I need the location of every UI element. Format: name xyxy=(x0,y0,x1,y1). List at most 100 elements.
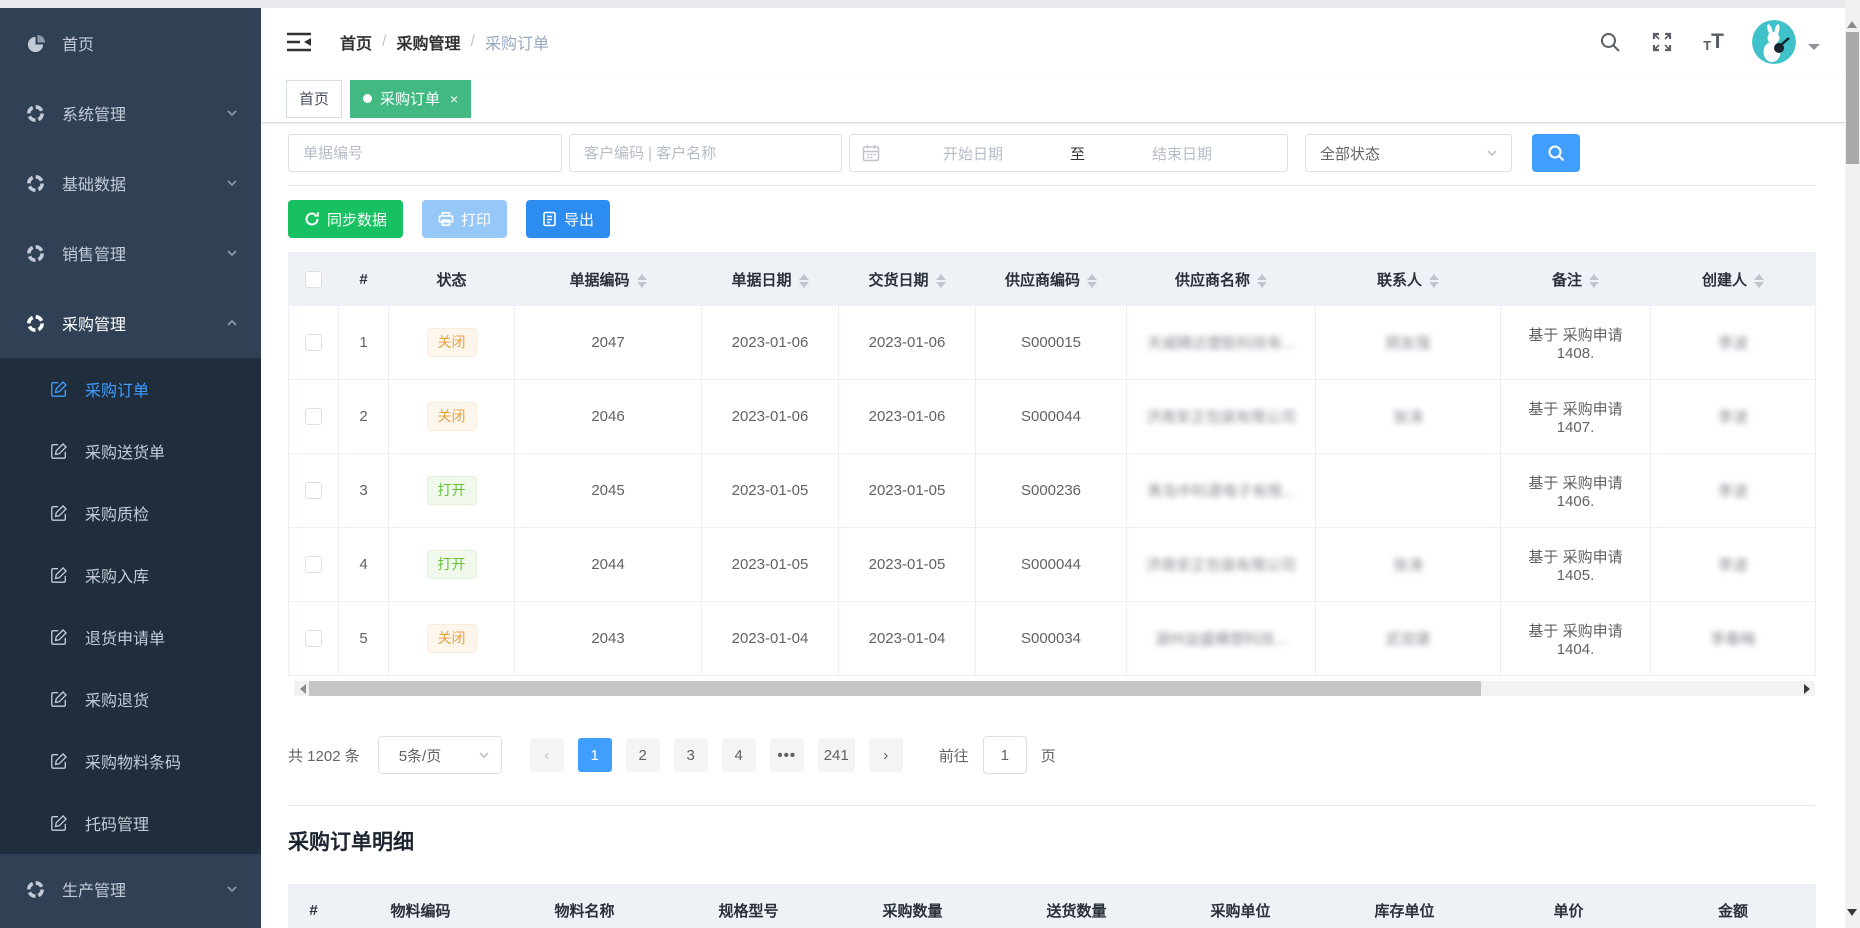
button-label: 打印 xyxy=(461,209,491,230)
page-size-select[interactable]: 5条/页 xyxy=(378,736,502,774)
start-date-placeholder[interactable]: 开始日期 xyxy=(880,143,1066,164)
vertical-scrollbar-thumb[interactable] xyxy=(1846,32,1859,164)
row-checkbox[interactable] xyxy=(305,408,322,425)
detail-col-spec: 规格型号 xyxy=(667,885,831,928)
table-row[interactable]: 1 关闭 2047 2023-01-06 2023-01-06 S000015 … xyxy=(289,306,1816,380)
tab-purchase-order[interactable]: 采购订单 × xyxy=(350,80,471,118)
more-pages-button[interactable]: ••• xyxy=(770,738,804,772)
cell-remark: 基于 采购申请 1404. xyxy=(1501,602,1651,676)
sort-icon[interactable] xyxy=(1257,274,1267,288)
submenu-item-material-barcode[interactable]: 采购物料条码 xyxy=(0,730,261,792)
goto-page-input[interactable] xyxy=(983,736,1027,774)
sync-data-button[interactable]: 同步数据 xyxy=(288,200,403,238)
submenu-item-purchase-return[interactable]: 采购退货 xyxy=(0,668,261,730)
page-button-1[interactable]: 1 xyxy=(578,738,612,772)
prev-page-button[interactable]: ‹ xyxy=(530,738,564,772)
col-remark[interactable]: 备注 xyxy=(1501,253,1651,306)
horizontal-scrollbar-thumb[interactable] xyxy=(309,681,1481,696)
status-badge: 关闭 xyxy=(427,402,477,430)
sort-icon[interactable] xyxy=(1087,274,1097,288)
filter-divider xyxy=(288,185,1815,186)
submenu-item-pallet-code[interactable]: 托码管理 xyxy=(0,792,261,854)
submenu-item-return-request[interactable]: 退货申请单 xyxy=(0,606,261,668)
sort-icon[interactable] xyxy=(936,274,946,288)
component-icon xyxy=(26,244,45,263)
row-checkbox[interactable] xyxy=(305,556,322,573)
sort-icon[interactable] xyxy=(1754,274,1764,288)
detail-col-stock-unit: 库存单位 xyxy=(1323,885,1487,928)
submenu-item-purchase-order[interactable]: 采购订单 xyxy=(0,358,261,420)
order-detail-table: # 物料编码 物料名称 规格型号 采购数量 送货数量 采购单位 库存单位 单价 … xyxy=(288,884,1816,928)
col-creator[interactable]: 创建人 xyxy=(1651,253,1816,306)
sidebar-item-home[interactable]: 首页 xyxy=(0,8,261,78)
user-avatar[interactable] xyxy=(1752,20,1796,64)
sort-icon[interactable] xyxy=(799,274,809,288)
print-button[interactable]: 打印 xyxy=(422,200,507,238)
table-row[interactable]: 3 打开 2045 2023-01-05 2023-01-05 S000236 … xyxy=(289,454,1816,528)
cell-supplier-code: S000034 xyxy=(976,602,1127,676)
breadcrumb-item[interactable]: 首页 xyxy=(340,30,372,54)
close-icon[interactable]: × xyxy=(450,92,458,106)
col-code[interactable]: 单据编码 xyxy=(515,253,702,306)
status-select[interactable]: 全部状态 xyxy=(1305,134,1512,172)
vertical-scrollbar[interactable] xyxy=(1845,0,1860,928)
col-contact[interactable]: 联系人 xyxy=(1316,253,1501,306)
breadcrumb-item[interactable]: 采购管理 xyxy=(396,30,460,54)
sidebar-collapse-icon[interactable] xyxy=(286,32,312,52)
chevron-down-icon xyxy=(1485,146,1499,160)
scroll-up-icon[interactable] xyxy=(1847,16,1857,28)
edit-icon xyxy=(50,752,68,770)
page-button-last[interactable]: 241 xyxy=(818,738,855,772)
user-menu-caret-icon[interactable] xyxy=(1808,44,1820,56)
page-button-3[interactable]: 3 xyxy=(674,738,708,772)
next-page-button[interactable]: › xyxy=(869,738,903,772)
end-date-placeholder[interactable]: 结束日期 xyxy=(1089,143,1275,164)
submenu-item-purchase-delivery[interactable]: 采购送货单 xyxy=(0,420,261,482)
submenu-item-purchase-qc[interactable]: 采购质检 xyxy=(0,482,261,544)
cell-contact xyxy=(1316,454,1501,528)
cell-doc-date: 2023-01-04 xyxy=(702,602,839,676)
select-all-checkbox[interactable] xyxy=(305,271,322,288)
sidebar-item-system[interactable]: 系统管理 xyxy=(0,78,261,148)
sidebar-item-production[interactable]: 生产管理 xyxy=(0,854,261,924)
doc-no-input[interactable] xyxy=(288,134,562,172)
row-checkbox[interactable] xyxy=(305,482,322,499)
row-checkbox[interactable] xyxy=(305,334,322,351)
table-row[interactable]: 5 关闭 2043 2023-01-04 2023-01-04 S000034 … xyxy=(289,602,1816,676)
date-range-picker[interactable]: 开始日期 至 结束日期 xyxy=(849,134,1288,172)
detail-header-row: # 物料编码 物料名称 规格型号 采购数量 送货数量 采购单位 库存单位 单价 … xyxy=(289,885,1816,928)
cell-delivery-date: 2023-01-06 xyxy=(839,380,976,454)
cell-code: 2047 xyxy=(515,306,702,380)
sidebar-item-purchase[interactable]: 采购管理 xyxy=(0,288,261,358)
cell-doc-date: 2023-01-05 xyxy=(702,528,839,602)
horizontal-scrollbar[interactable] xyxy=(294,681,1815,696)
export-button[interactable]: 导出 xyxy=(526,200,610,238)
page-button-4[interactable]: 4 xyxy=(722,738,756,772)
search-button[interactable] xyxy=(1532,134,1580,172)
fullscreen-icon[interactable] xyxy=(1651,31,1673,53)
sidebar-item-basedata[interactable]: 基础数据 xyxy=(0,148,261,218)
sort-icon[interactable] xyxy=(637,274,647,288)
status-select-value: 全部状态 xyxy=(1320,143,1380,164)
scroll-right-icon[interactable] xyxy=(1800,681,1815,696)
submenu-item-purchase-inbound[interactable]: 采购入库 xyxy=(0,544,261,606)
customer-input[interactable] xyxy=(569,134,842,172)
sidebar: 首页 系统管理 基础数据 销售管理 采购管理 采购订单 采购送货单 采购质检 xyxy=(0,8,261,928)
scroll-down-icon[interactable] xyxy=(1847,909,1857,921)
col-delivery-date[interactable]: 交货日期 xyxy=(839,253,976,306)
table-row[interactable]: 4 打开 2044 2023-01-05 2023-01-05 S000044 … xyxy=(289,528,1816,602)
row-checkbox[interactable] xyxy=(305,630,322,647)
sort-icon[interactable] xyxy=(1429,274,1439,288)
col-supplier-code[interactable]: 供应商编码 xyxy=(976,253,1127,306)
page-button-2[interactable]: 2 xyxy=(626,738,660,772)
sidebar-item-sales[interactable]: 销售管理 xyxy=(0,218,261,288)
table-row[interactable]: 2 关闭 2046 2023-01-06 2023-01-06 S000044 … xyxy=(289,380,1816,454)
tab-home[interactable]: 首页 xyxy=(286,80,342,118)
col-doc-date[interactable]: 单据日期 xyxy=(702,253,839,306)
col-supplier-name[interactable]: 供应商名称 xyxy=(1127,253,1316,306)
search-icon[interactable] xyxy=(1599,31,1621,53)
scroll-left-icon[interactable] xyxy=(294,681,309,696)
chevron-down-icon xyxy=(225,882,239,896)
sort-icon[interactable] xyxy=(1589,274,1599,288)
font-size-icon[interactable]: TT xyxy=(1703,31,1724,52)
